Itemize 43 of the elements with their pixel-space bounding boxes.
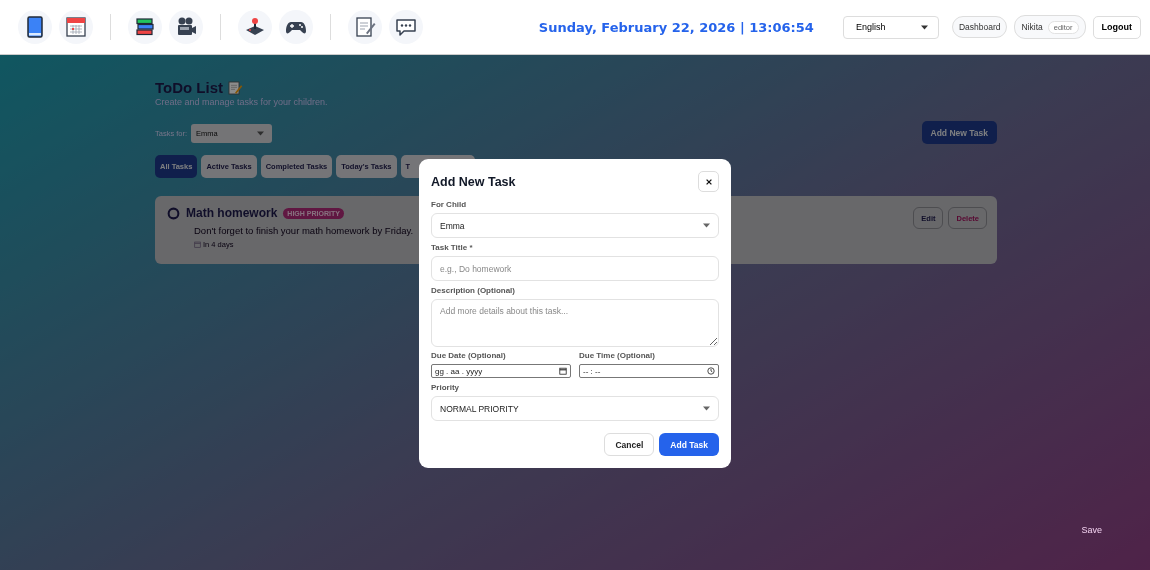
date-field[interactable]: gg . aa . yyyy (431, 364, 571, 378)
nav-button[interactable] (238, 10, 272, 44)
input-field[interactable]: e.g., Do homework (431, 256, 719, 281)
task-title: Math homework (186, 206, 278, 220)
caret-icon (257, 131, 265, 136)
nav-button[interactable] (279, 10, 313, 44)
field-label: Due Date (Optional) (431, 351, 507, 360)
nav-button[interactable] (169, 10, 203, 44)
field-label: For Child (431, 200, 468, 209)
date-time: Sunday, February 22, 2026 | 13:06:54 (538, 19, 814, 35)
dashboard-button[interactable]: Dashboard (951, 16, 1008, 38)
select-field[interactable]: Emma (431, 213, 719, 238)
save-link[interactable]: Save (1081, 525, 1102, 535)
logout-button[interactable]: Logout (1092, 15, 1141, 39)
field-label: Task Title * (431, 243, 474, 252)
caret-icon (920, 24, 928, 30)
circle-icon[interactable] (167, 206, 180, 220)
caret-icon (703, 406, 710, 411)
close-icon (704, 177, 713, 186)
caret-icon (703, 223, 710, 228)
memo-icon (227, 79, 244, 96)
field-label: Priority (431, 383, 460, 392)
calendar-icon (559, 367, 567, 375)
task-description: Don't forget to finish your math homework by Friday. (194, 225, 414, 236)
add-task-button[interactable]: Add Task (659, 433, 719, 456)
language-select[interactable]: English (842, 15, 939, 39)
notepad-icon (353, 15, 377, 39)
page-title: ToDo List (155, 79, 224, 96)
calendar-icon (194, 241, 201, 248)
clock-icon (707, 367, 715, 375)
dialog-title: Add New Task (431, 174, 516, 189)
calendar-icon (64, 15, 88, 39)
time-field[interactable]: -- : -- (579, 364, 719, 378)
add-task-button[interactable]: Add New Task (921, 121, 997, 144)
nav-button[interactable] (18, 10, 52, 44)
page-subtitle: Create and manage tasks for your children. (155, 97, 329, 107)
text-area[interactable]: Add more details about this task... (431, 299, 719, 347)
field-label: Description (Optional) (431, 286, 516, 295)
user-name: Nikita (1021, 22, 1043, 32)
nav-button[interactable] (128, 10, 162, 44)
cancel-button[interactable]: Cancel (604, 433, 655, 456)
select-field[interactable]: NORMAL PRIORITY (431, 396, 719, 421)
field-label: Due Time (Optional) (579, 351, 656, 360)
